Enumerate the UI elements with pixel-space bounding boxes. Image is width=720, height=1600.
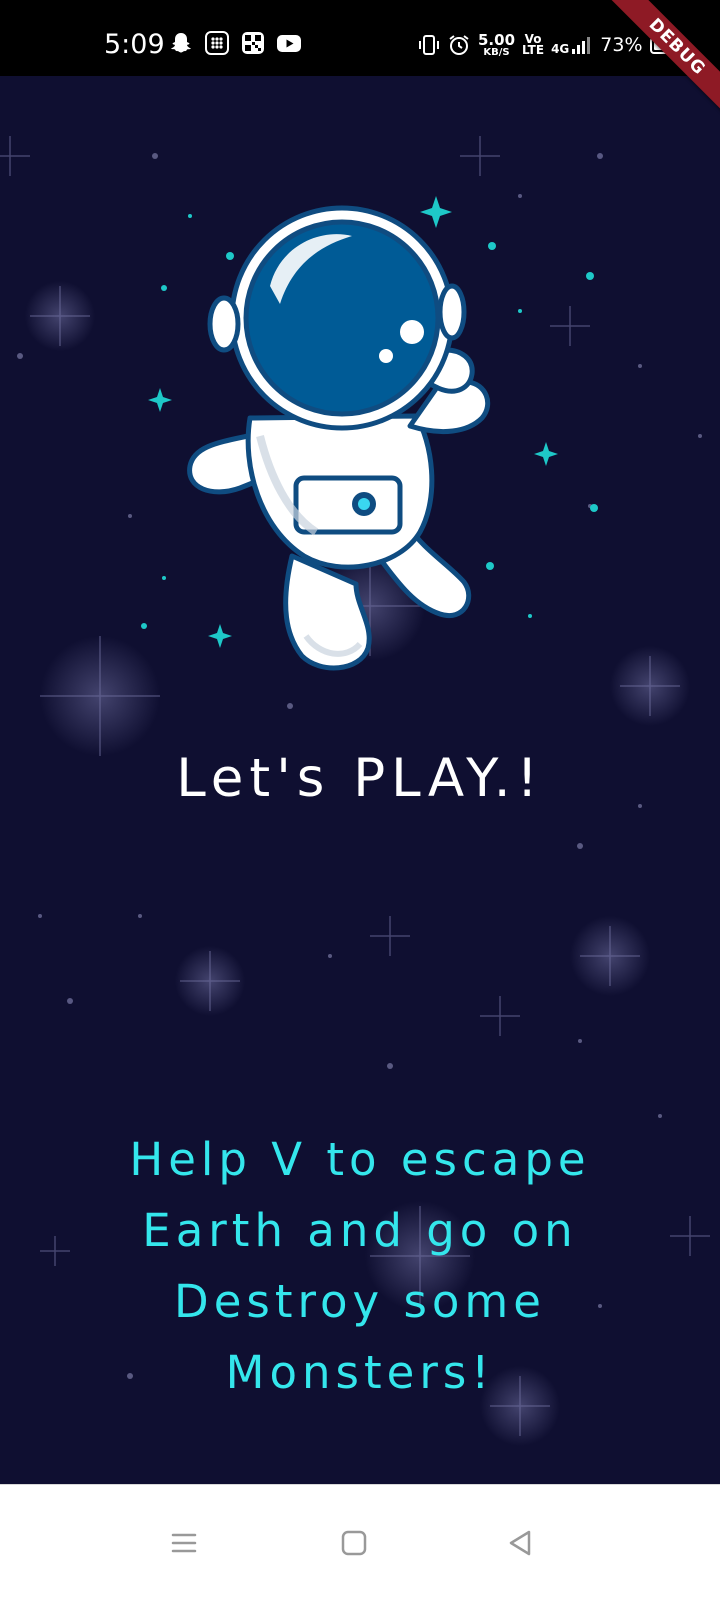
volte-indicator: Vo LTE bbox=[522, 33, 545, 57]
home-button[interactable] bbox=[336, 1525, 372, 1561]
snapchat-icon bbox=[171, 33, 191, 53]
net-speed-value: 5.00 bbox=[478, 30, 516, 49]
net-speed-unit: KB/S bbox=[483, 46, 510, 58]
notification-icons bbox=[168, 30, 302, 56]
app-screen: 5:09 5.00 KB/S Vo LTE 4G 73% DEBUG Let's… bbox=[0, 0, 720, 1600]
signal-indicator: 4G bbox=[551, 35, 593, 55]
intro-text: Help V to escape Earth and go on Destroy… bbox=[129, 1133, 591, 1399]
astronaut-illustration bbox=[141, 196, 598, 671]
menu-icon bbox=[171, 1533, 197, 1553]
network-type: 4G bbox=[551, 42, 570, 56]
home-square-icon bbox=[341, 1530, 367, 1556]
page-title: Let's PLAY.! bbox=[176, 748, 544, 809]
qr-app-icon bbox=[242, 32, 264, 54]
status-bar: 5:09 5.00 KB/S Vo LTE 4G 73% bbox=[0, 0, 720, 76]
signal-icon bbox=[572, 37, 591, 54]
menu-button[interactable] bbox=[166, 1525, 202, 1561]
dialpad-app-icon bbox=[205, 31, 229, 55]
youtube-icon bbox=[277, 35, 301, 52]
back-triangle-icon bbox=[509, 1530, 531, 1556]
volte-bottom: LTE bbox=[522, 43, 545, 57]
system-indicators: 5.00 KB/S Vo LTE 4G 73% bbox=[418, 26, 683, 64]
vibrate-icon bbox=[419, 35, 439, 55]
space-background: Let's PLAY.! Help V to escape Earth and … bbox=[0, 76, 720, 1484]
net-speed: 5.00 KB/S bbox=[478, 30, 516, 58]
status-time: 5:09 bbox=[104, 29, 165, 60]
navigation-bar bbox=[0, 1484, 720, 1600]
back-button[interactable] bbox=[502, 1525, 538, 1561]
alarm-icon bbox=[449, 35, 469, 55]
battery-percent: 73% bbox=[600, 34, 643, 56]
